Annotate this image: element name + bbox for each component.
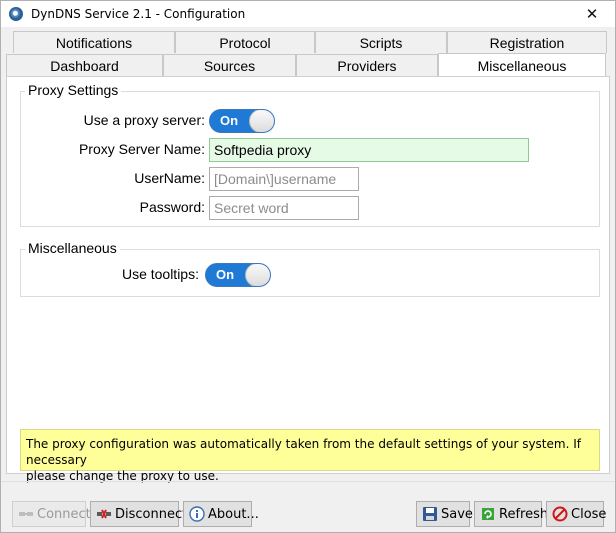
close-circle-icon xyxy=(552,506,568,522)
tab-content-miscellaneous: Proxy Settings Use a proxy server: On Pr… xyxy=(6,76,610,483)
info-icon xyxy=(189,506,205,522)
title-bar: DynDNS Service 2.1 - Configuration ✕ xyxy=(1,1,615,27)
connect-button[interactable]: Connect xyxy=(12,501,91,527)
tab-scripts[interactable]: Scripts xyxy=(315,31,447,53)
refresh-button[interactable]: Refresh xyxy=(474,501,548,527)
use-proxy-state: On xyxy=(220,113,239,128)
use-proxy-label: Use a proxy server: xyxy=(83,112,205,128)
proxy-server-name-label: Proxy Server Name: xyxy=(78,141,205,157)
refresh-label: Refresh xyxy=(499,506,549,522)
username-label: UserName: xyxy=(134,170,205,186)
password-field[interactable]: Secret word xyxy=(209,196,359,220)
about-button[interactable]: About... xyxy=(183,501,259,527)
app-icon xyxy=(9,7,23,21)
close-label: Close xyxy=(571,506,607,522)
tab-miscellaneous[interactable]: Miscellaneous xyxy=(438,53,606,77)
tab-notifications[interactable]: Notifications xyxy=(13,31,175,53)
use-tooltips-state: On xyxy=(216,267,235,282)
toggle-knob xyxy=(249,110,274,132)
config-window: DynDNS Service 2.1 - Configuration ✕ Not… xyxy=(0,0,616,533)
proxy-settings-title: Proxy Settings xyxy=(25,82,122,98)
tab-protocol[interactable]: Protocol xyxy=(175,31,315,53)
window-title: DynDNS Service 2.1 - Configuration xyxy=(31,7,246,21)
close-button[interactable]: Close xyxy=(546,501,607,527)
tab-dashboard[interactable]: Dashboard xyxy=(6,54,163,76)
password-label: Password: xyxy=(139,199,205,215)
misc-settings-title: Miscellaneous xyxy=(25,240,120,256)
notice-line-1: The proxy configuration was automaticall… xyxy=(26,437,581,467)
use-proxy-toggle[interactable]: On xyxy=(209,109,275,133)
connect-label: Connect xyxy=(37,506,91,522)
use-tooltips-label: Use tooltips: xyxy=(121,266,199,282)
disconnect-label: Disconnect xyxy=(115,506,188,522)
username-field[interactable]: [Domain\]username xyxy=(209,167,359,191)
tab-registration[interactable]: Registration xyxy=(447,31,607,53)
disconnect-button[interactable]: Disconnect xyxy=(90,501,187,527)
proxy-server-name-field[interactable]: Softpedia proxy xyxy=(209,138,529,162)
tab-sources[interactable]: Sources xyxy=(163,54,296,76)
disconnect-plug-icon xyxy=(96,506,112,522)
floppy-disk-icon xyxy=(422,506,438,522)
refresh-icon xyxy=(480,506,496,522)
connect-plug-icon xyxy=(18,506,34,522)
save-label: Save xyxy=(441,506,473,522)
footer-divider xyxy=(1,481,615,482)
toggle-knob xyxy=(245,264,270,286)
about-label: About... xyxy=(208,506,259,522)
save-button[interactable]: Save xyxy=(416,501,473,527)
window-close-icon[interactable]: ✕ xyxy=(569,1,615,27)
tab-providers[interactable]: Providers xyxy=(296,54,438,76)
proxy-info-notice: The proxy configuration was automaticall… xyxy=(20,429,600,483)
use-tooltips-toggle[interactable]: On xyxy=(205,263,271,287)
